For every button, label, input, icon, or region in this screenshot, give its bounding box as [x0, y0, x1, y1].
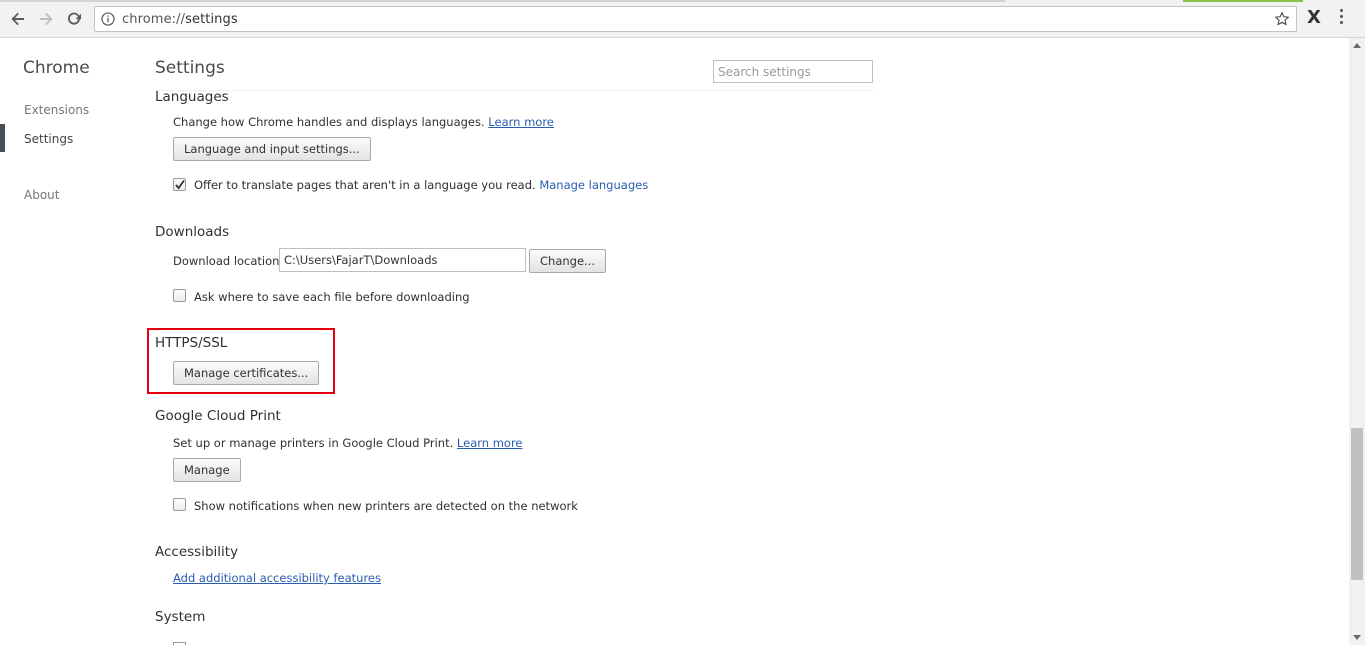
- translate-label: Offer to translate pages that aren't in …: [194, 178, 648, 192]
- language-input-settings-button[interactable]: Language and input settings...: [173, 137, 371, 161]
- translate-checkbox[interactable]: [173, 178, 186, 191]
- cloud-print-learn-more-link[interactable]: Learn more: [457, 436, 523, 450]
- languages-description: Change how Chrome handles and displays l…: [173, 115, 554, 129]
- download-location-label: Download location:: [173, 254, 284, 268]
- back-button[interactable]: [6, 7, 30, 31]
- languages-learn-more-link[interactable]: Learn more: [488, 115, 554, 129]
- printer-notifications-checkbox[interactable]: [173, 498, 186, 511]
- printer-notifications-label: Show notifications when new printers are…: [194, 499, 578, 513]
- reload-icon: [66, 11, 82, 27]
- url-scheme: chrome://: [122, 12, 186, 27]
- header-divider: [155, 90, 873, 91]
- manage-certificates-button[interactable]: Manage certificates...: [173, 361, 320, 385]
- system-title: System: [155, 609, 206, 625]
- search-input[interactable]: [713, 60, 873, 83]
- page-scrollbar[interactable]: [1349, 38, 1365, 645]
- download-location-field[interactable]: C:\Users\FajarT\Downloads: [279, 248, 526, 272]
- ask-where-to-save-label: Ask where to save each file before downl…: [194, 290, 470, 304]
- info-icon[interactable]: [101, 12, 115, 26]
- translate-label-text: Offer to translate pages that aren't in …: [194, 178, 536, 192]
- ask-where-to-save-checkbox[interactable]: [173, 289, 186, 302]
- forward-button[interactable]: [34, 7, 58, 31]
- nav-item-settings[interactable]: Settings: [24, 132, 73, 146]
- https-ssl-title: HTTPS/SSL: [155, 335, 228, 351]
- extension-x-icon[interactable]: X: [1307, 7, 1321, 28]
- nav-item-about[interactable]: About: [24, 188, 59, 202]
- cloud-print-description: Set up or manage printers in Google Clou…: [173, 436, 523, 450]
- checkmark-icon: [175, 179, 185, 190]
- forward-arrow-icon: [38, 11, 54, 27]
- languages-description-text: Change how Chrome handles and displays l…: [173, 115, 485, 129]
- scroll-up-arrow-icon[interactable]: [1353, 43, 1361, 48]
- active-tab-edge: [1183, 0, 1303, 2]
- nav-item-extensions[interactable]: Extensions: [24, 103, 89, 117]
- scrollbar-thumb[interactable]: [1351, 428, 1363, 580]
- cloud-print-title: Google Cloud Print: [155, 408, 281, 424]
- downloads-title: Downloads: [155, 224, 230, 240]
- manage-languages-link[interactable]: Manage languages: [539, 178, 648, 192]
- address-bar[interactable]: chrome://settings: [94, 6, 1297, 32]
- accessibility-link-wrap: Add additional accessibility features: [173, 571, 381, 585]
- back-arrow-icon: [10, 11, 26, 27]
- page-title: Settings: [155, 58, 225, 78]
- change-download-location-button[interactable]: Change...: [529, 249, 606, 273]
- add-accessibility-features-link[interactable]: Add additional accessibility features: [173, 571, 381, 585]
- chrome-menu-icon[interactable]: [1340, 9, 1344, 27]
- url-path: settings: [185, 12, 238, 27]
- reload-button[interactable]: [62, 7, 86, 31]
- url-text: chrome://settings: [122, 12, 238, 27]
- browser-toolbar: chrome://settings X: [0, 0, 1365, 38]
- cloud-print-description-text: Set up or manage printers in Google Clou…: [173, 436, 454, 450]
- languages-title: Languages: [155, 89, 229, 105]
- bookmark-star-icon[interactable]: [1274, 11, 1290, 30]
- nav-brand: Chrome: [23, 58, 90, 78]
- nav-active-marker: [0, 124, 5, 152]
- accessibility-title: Accessibility: [155, 544, 239, 560]
- scroll-down-arrow-icon[interactable]: [1353, 635, 1361, 640]
- cloud-print-manage-button[interactable]: Manage: [173, 458, 241, 482]
- tab-strip-edge: [0, 0, 1005, 2]
